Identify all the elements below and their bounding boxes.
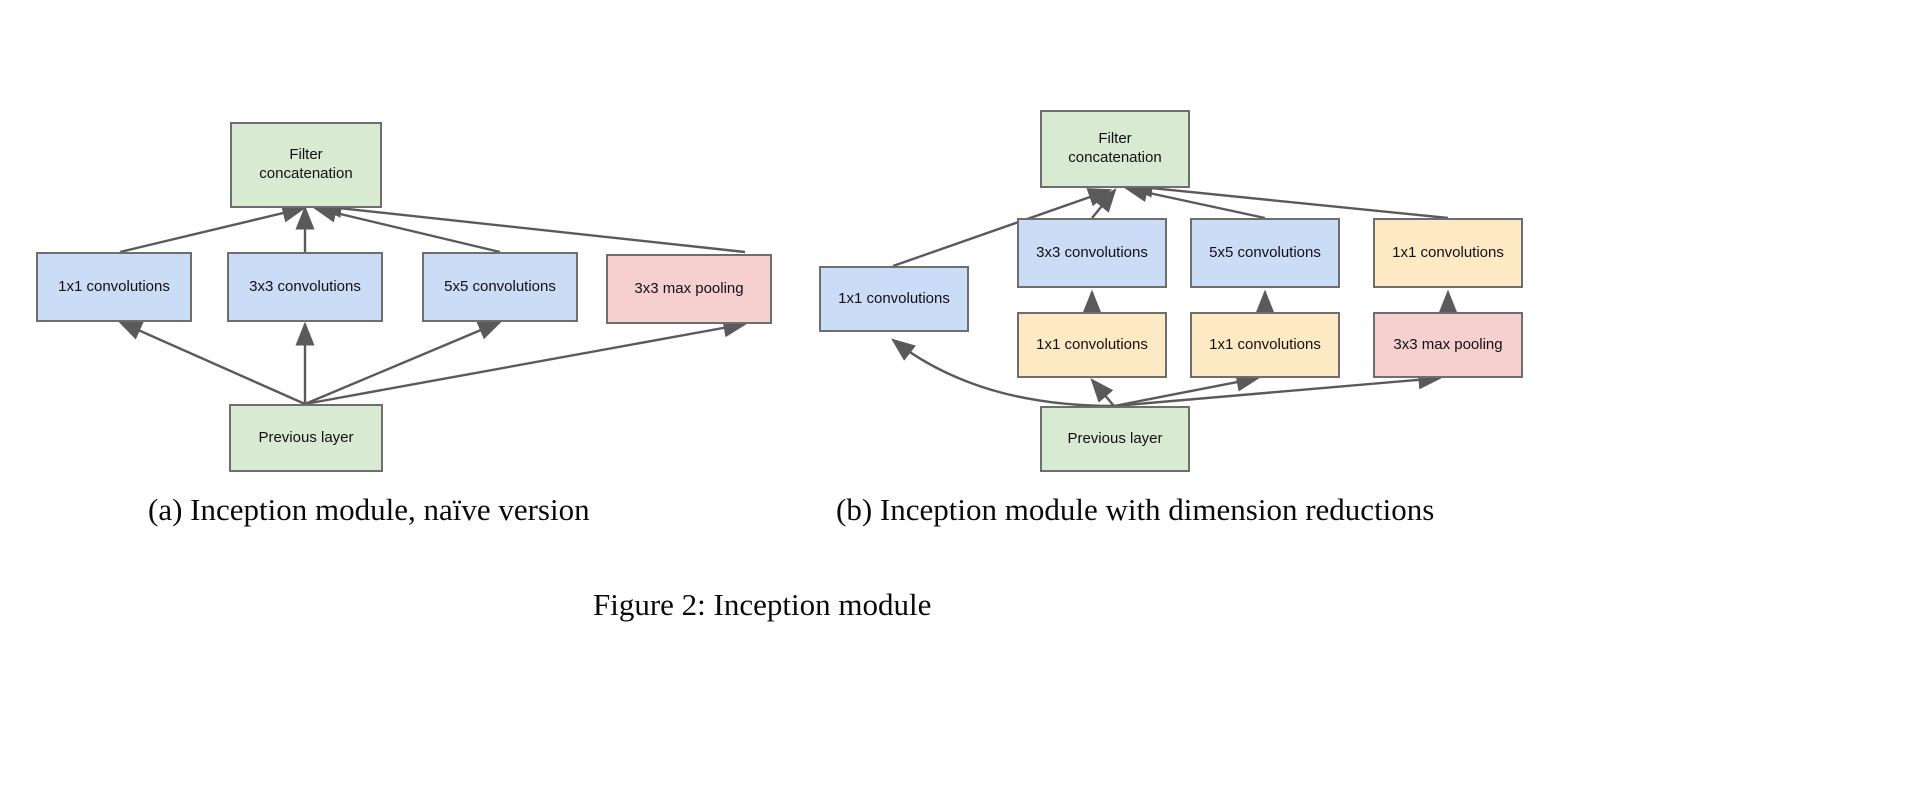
panel-a-caption: (a) Inception module, naïve version (148, 492, 590, 527)
b-3x3-max-pooling-box: 3x3 max pooling (1373, 312, 1523, 378)
b-1x1-reduction-b-label: 1x1 convolutions (1209, 335, 1321, 353)
b-previous-layer-label: Previous layer (1067, 429, 1163, 447)
a-1x1-convolutions-box: 1x1 convolutions (36, 252, 192, 322)
a-1x1-convolutions-label: 1x1 convolutions (58, 277, 170, 295)
a-3x3-max-pooling-label: 3x3 max pooling (634, 279, 744, 297)
b-previous-layer-box: Previous layer (1040, 406, 1190, 472)
b-filter-concatenation-label: Filter concatenation (1068, 130, 1162, 166)
edge-a-prev-to-1x1 (117, 320, 306, 406)
b-1x1-convolutions-pool-box: 1x1 convolutions (1373, 218, 1523, 288)
b-5x5-convolutions-label: 5x5 convolutions (1209, 243, 1321, 261)
edge-a-prev-to-5x5 (304, 320, 503, 406)
a-5x5-convolutions-label: 5x5 convolutions (444, 277, 556, 295)
edge-b-prev-to-reduce-b (1113, 372, 1261, 408)
edge-a-prev-to-pool (304, 318, 748, 406)
b-1x1-convolutions-pool-label: 1x1 convolutions (1392, 243, 1504, 261)
b-1x1-reduction-a-box: 1x1 convolutions (1017, 312, 1167, 378)
a-previous-layer-label: Previous layer (258, 428, 354, 446)
b-1x1-reduction-b-box: 1x1 convolutions (1190, 312, 1340, 378)
edge-b-prev-to-reduce-a (1090, 378, 1115, 407)
b-1x1-reduction-a-label: 1x1 convolutions (1036, 335, 1148, 353)
figure-inception-module: Filter concatenation 1x1 convolutions 3x… (0, 0, 1920, 810)
a-filter-concatenation-label: Filter concatenation (259, 146, 353, 182)
a-3x3-max-pooling-box: 3x3 max pooling (606, 254, 772, 324)
b-3x3-convolutions-box: 3x3 convolutions (1017, 218, 1167, 288)
a-5x5-convolutions-box: 5x5 convolutions (422, 252, 578, 322)
a-3x3-convolutions-box: 3x3 convolutions (227, 252, 383, 322)
edge-b-1x1pool-to-concat (1128, 178, 1449, 220)
panel-b-caption: (b) Inception module with dimension redu… (836, 492, 1435, 527)
b-1x1-convolutions-left-label: 1x1 convolutions (838, 289, 950, 307)
b-3x3-convolutions-label: 3x3 convolutions (1036, 243, 1148, 261)
edge-b-prev-to-pool (1113, 370, 1443, 408)
a-previous-layer-box: Previous layer (229, 404, 383, 472)
edge-a-1x1-to-concat (119, 203, 307, 254)
b-3x3-max-pooling-label: 3x3 max pooling (1393, 335, 1503, 353)
a-3x3-convolutions-label: 3x3 convolutions (249, 277, 361, 295)
b-filter-concatenation-box: Filter concatenation (1040, 110, 1190, 188)
b-1x1-convolutions-left-box: 1x1 convolutions (819, 266, 969, 332)
edge-a-pool-to-concat (317, 198, 746, 254)
b-5x5-convolutions-box: 5x5 convolutions (1190, 218, 1340, 288)
a-filter-concatenation-box: Filter concatenation (230, 122, 382, 208)
figure-caption: Figure 2: Inception module (593, 587, 932, 622)
